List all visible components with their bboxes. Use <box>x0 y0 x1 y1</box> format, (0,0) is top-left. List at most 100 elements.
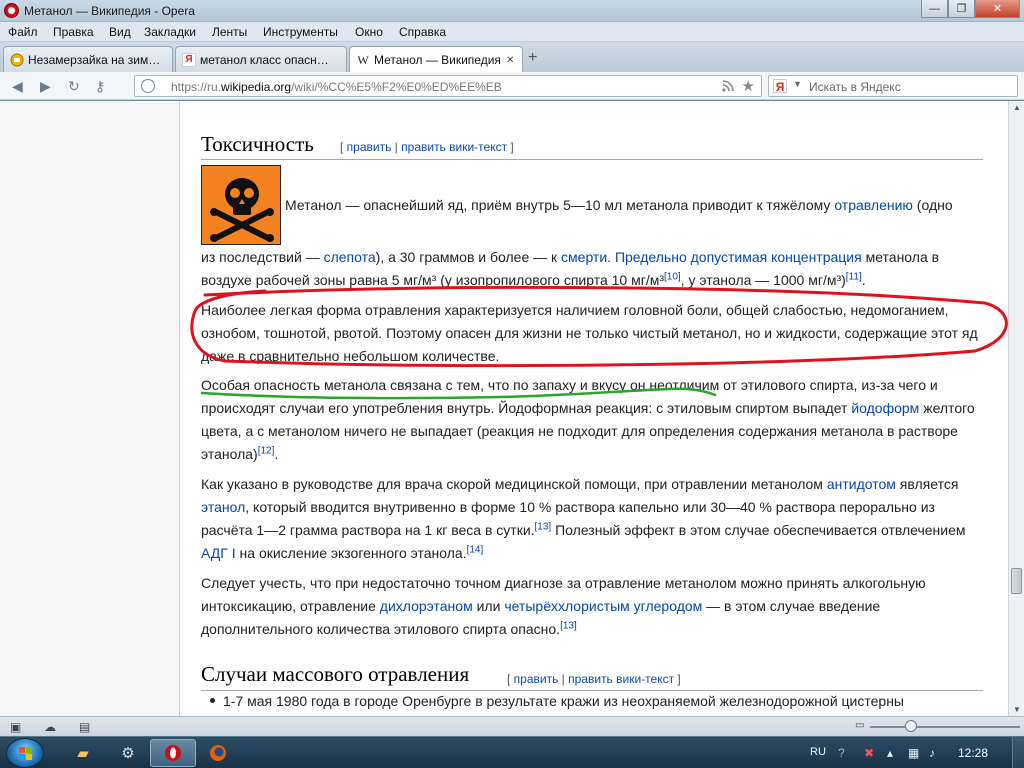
url-field[interactable]: https://ru.wikipedia.org/wiki/%CC%E5%F2%… <box>134 75 762 97</box>
scrollbar-thumb[interactable] <box>1011 568 1022 594</box>
carbon-tetrachloride-link[interactable]: четырёххлористым углеродом <box>504 598 702 614</box>
url-text[interactable]: https://ru.wikipedia.org/wiki/%CC%E5%F2%… <box>171 80 502 94</box>
opera-taskbar-button[interactable] <box>150 739 196 767</box>
list-item: 1-7 мая 1980 года в городе Оренбурге в р… <box>201 693 904 709</box>
dichloroethane-link[interactable]: дихлорэтаном <box>380 598 473 614</box>
poisoning-link[interactable]: отравлению <box>834 197 913 213</box>
menu-bar: Файл Правка Вид Закладки Ленты Инструмен… <box>0 22 1024 42</box>
help-icon[interactable]: ? <box>838 746 845 760</box>
close-tab-icon[interactable]: ✕ <box>506 55 518 66</box>
clock[interactable]: 12:28 <box>958 746 988 760</box>
title-bar[interactable]: Метанол — Википедия - Opera — ❐ ✕ <box>0 0 1024 22</box>
firefox-icon <box>210 745 226 761</box>
menu-file[interactable]: Файл <box>8 25 38 39</box>
bullet-icon <box>210 698 215 703</box>
folder-icon: ▰ <box>77 745 89 762</box>
edit-source-link[interactable]: править вики-текст <box>568 672 674 686</box>
edit-link[interactable]: править <box>347 140 392 154</box>
menu-window[interactable]: Окно <box>355 25 383 39</box>
paragraph-text: Метанол — опаснейший яд, приём внутрь 5—… <box>285 197 953 213</box>
yandex-icon: Я <box>182 52 196 67</box>
article-content: Токсичность [ править | править вики-тек… <box>179 101 1008 716</box>
network-warning-icon[interactable]: ✖ <box>864 746 874 760</box>
tab-yandex-search[interactable]: Я метанол класс опасн… <box>175 46 347 72</box>
globe-icon <box>141 79 155 93</box>
paragraph-text: из последствий — слепота), а 30 граммов … <box>201 249 940 265</box>
bookmark-star-icon[interactable]: ★ <box>742 77 755 95</box>
speed-dial-icon[interactable]: ▤ <box>79 720 90 734</box>
wikipedia-icon: W <box>357 52 369 67</box>
gear-icon: ⚙ <box>121 745 135 762</box>
menu-tools[interactable]: Инструменты <box>263 25 338 39</box>
network-icon[interactable]: ▦ <box>908 746 919 760</box>
section-heading-mass-poisoning: Случаи массового отравления <box>201 662 470 686</box>
section-heading-toxicity: Токсичность <box>201 132 314 156</box>
edit-source-link[interactable]: править вики-текст <box>401 140 507 154</box>
tab-label: Незамерзайка на зим… <box>28 52 161 67</box>
edit-link[interactable]: править <box>514 672 559 686</box>
maximize-button[interactable]: ❐ <box>948 0 975 18</box>
explorer-taskbar-button[interactable]: ▰ <box>60 739 106 767</box>
status-bar: ▣ ☁ ▤ ▭ <box>0 716 1024 736</box>
menu-edit[interactable]: Правка <box>53 25 94 39</box>
cloud-icon[interactable]: ☁ <box>44 720 56 734</box>
forward-icon[interactable]: ▶ <box>40 78 51 95</box>
key-icon[interactable]: ⚷ <box>95 78 105 95</box>
start-button[interactable] <box>6 738 44 768</box>
zoom-slider-thumb[interactable] <box>905 720 917 732</box>
windows-logo-icon <box>19 747 32 760</box>
minimize-button[interactable]: — <box>921 0 948 18</box>
skull-crossbones-icon <box>201 165 281 245</box>
ref-13b-link[interactable]: [13] <box>560 620 577 631</box>
tray-expand-icon[interactable]: ▴ <box>887 746 893 760</box>
reload-icon[interactable]: ↻ <box>68 78 80 95</box>
panel-toggle-icon[interactable]: ▣ <box>10 720 21 734</box>
page-icon <box>10 53 24 67</box>
blindness-link[interactable]: слепота <box>324 249 376 265</box>
address-bar: ◀ ▶ ↻ ⚷ https://ru.wikipedia.org/wiki/%C… <box>0 72 1024 100</box>
show-desktop-button[interactable] <box>1012 737 1024 768</box>
yandex-search-engine-icon[interactable]: Я <box>773 79 787 94</box>
menu-view[interactable]: Вид <box>109 25 131 39</box>
language-indicator[interactable]: RU <box>810 746 826 758</box>
iodoform-link[interactable]: йодоформ <box>851 400 919 416</box>
chevron-down-icon[interactable]: ▼ <box>793 79 802 89</box>
window-controls: — ❐ ✕ <box>921 0 1020 19</box>
zoom-slider-track[interactable] <box>870 726 1020 728</box>
tab-label: Метанол — Википедия <box>374 53 501 67</box>
death-link[interactable]: смерти <box>561 249 607 265</box>
page-viewport: Токсичность [ править | править вики-тек… <box>0 101 1008 716</box>
red-highlight-annotation <box>190 285 1008 368</box>
menu-bookmarks[interactable]: Закладки <box>144 25 196 39</box>
rss-feed-icon[interactable] <box>722 79 735 95</box>
close-button[interactable]: ✕ <box>975 0 1020 18</box>
volume-icon[interactable]: ♪ <box>929 746 935 760</box>
menu-feeds[interactable]: Ленты <box>212 25 247 39</box>
app-taskbar-button[interactable]: ⚙ <box>105 739 151 767</box>
tab-antifreeze[interactable]: Незамерзайка на зим… <box>3 46 173 72</box>
scroll-down-icon[interactable]: ▼ <box>1013 705 1021 714</box>
new-tab-button[interactable]: + <box>528 49 537 67</box>
tab-wikipedia-methanol[interactable]: W Метанол — Википедия ✕ <box>349 46 523 73</box>
adh-link[interactable]: АДГ I <box>201 545 236 561</box>
ref-12-link[interactable]: [12] <box>258 445 275 456</box>
vertical-scrollbar[interactable]: ▲ ▼ <box>1008 101 1024 716</box>
ref-13-link[interactable]: [13] <box>535 521 552 532</box>
edit-section-links: [ править | править вики-текст ] <box>507 672 681 686</box>
zoom-icon[interactable]: ▭ <box>855 720 864 731</box>
edit-section-links: [ править | править вики-текст ] <box>340 140 514 154</box>
firefox-taskbar-button[interactable] <box>195 739 241 767</box>
paragraph-diagnosis: Следует учесть, что при недостаточно точ… <box>201 575 926 637</box>
search-field[interactable]: Я ▼ Искать в Яндекс <box>768 75 1018 97</box>
tab-bar: Незамерзайка на зим… Я метанол класс опа… <box>0 42 1024 73</box>
ethanol-link[interactable]: этанол <box>201 499 245 515</box>
paragraph-antidote: Как указано в руководстве для врача скор… <box>201 476 966 561</box>
menu-help[interactable]: Справка <box>399 25 446 39</box>
back-icon[interactable]: ◀ <box>12 78 23 95</box>
section-divider <box>201 159 983 160</box>
green-underline-annotation <box>200 387 717 400</box>
ref-14-link[interactable]: [14] <box>467 544 484 555</box>
antidote-link[interactable]: антидотом <box>827 476 896 492</box>
scroll-up-icon[interactable]: ▲ <box>1013 103 1021 112</box>
mac-link[interactable]: Предельно допустимая концентрация <box>615 249 862 265</box>
